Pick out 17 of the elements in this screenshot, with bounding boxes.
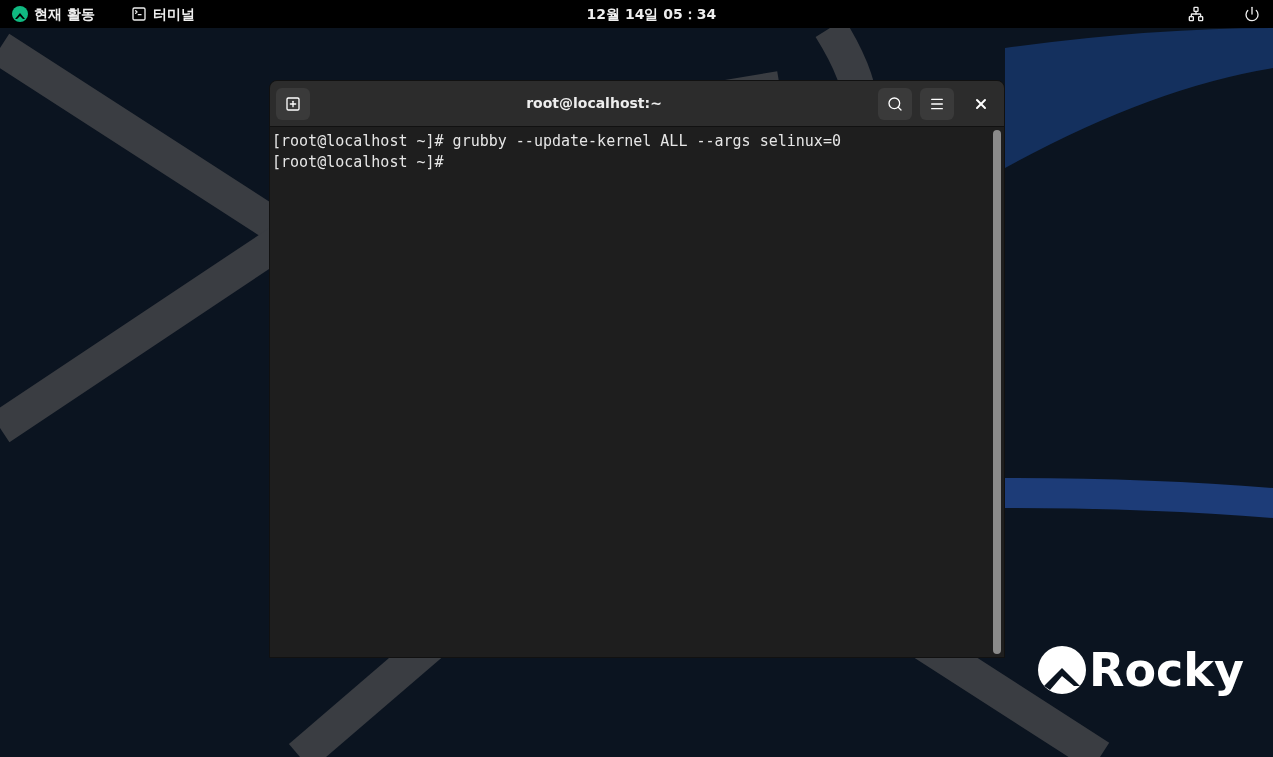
network-icon[interactable] — [1188, 6, 1204, 22]
new-tab-button[interactable] — [276, 87, 310, 120]
mountain-logo-icon — [12, 6, 28, 22]
clock[interactable]: 12월 14일 05：34 — [586, 3, 717, 25]
activities-button[interactable]: 현재 활동 — [12, 3, 95, 25]
app-menu-button[interactable]: 터미널 — [130, 3, 195, 25]
new-tab-icon — [285, 95, 301, 112]
terminal-line: [root@localhost ~]# grubby --update-kernel ALL --args selinux=0 — [272, 131, 842, 152]
rocky-logo-icon — [1038, 646, 1086, 694]
terminal-icon — [130, 6, 147, 22]
window-title: root@localhost:~ — [526, 94, 662, 113]
power-icon[interactable] — [1244, 6, 1260, 22]
search-button[interactable] — [878, 87, 912, 120]
menu-button[interactable] — [920, 87, 954, 120]
search-icon — [887, 95, 903, 112]
terminal-line: [root@localhost ~]# — [272, 152, 445, 173]
scrollbar[interactable] — [993, 130, 1001, 654]
